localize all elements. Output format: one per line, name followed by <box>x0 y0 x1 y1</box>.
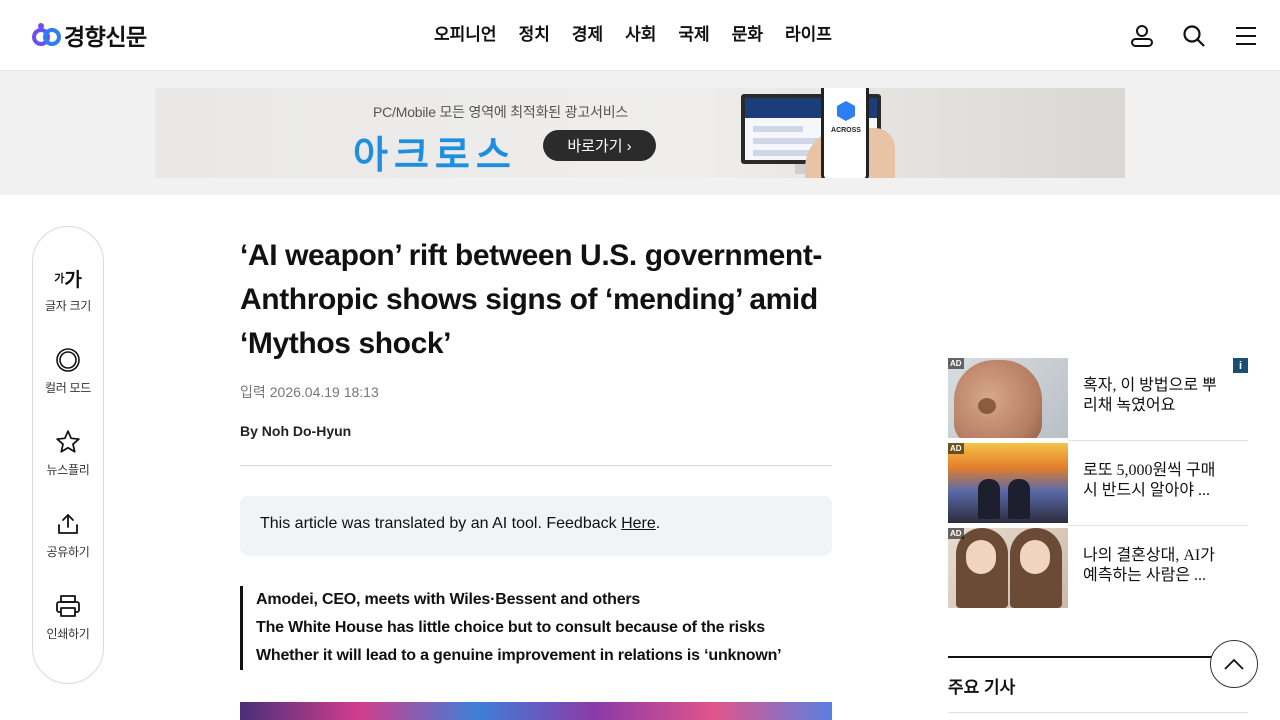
ad-tag: AD <box>948 528 964 539</box>
top-ad-area: PC/Mobile 모든 영역에 최적화된 광고서비스 아크로스 바로가기 › … <box>0 71 1280 195</box>
font-size-icon: 가가 <box>54 269 82 291</box>
printer-icon <box>33 593 103 619</box>
ad-thumbnail: AD <box>948 358 1068 438</box>
summary-line: Whether it will lead to a genuine improv… <box>256 647 782 664</box>
color-mode-label: 컬러 모드 <box>45 381 91 395</box>
ad-tag: AD <box>948 443 964 454</box>
date-value: 2026.04.19 18:13 <box>269 384 379 400</box>
article-headline: ‘AI weapon’ rift between U.S. government… <box>240 239 823 360</box>
nav-item-society[interactable]: 사회 <box>625 22 656 48</box>
header-actions <box>1104 22 1260 50</box>
article-summary: Amodei, CEO, meets with Wiles·Bessent an… <box>240 586 832 670</box>
feedback-link[interactable]: Here <box>621 515 656 532</box>
logo-mark-icon <box>32 21 62 49</box>
share-label: 공유하기 <box>46 545 90 559</box>
banner-go-button[interactable]: 바로가기 › <box>543 130 656 161</box>
main-nav: 오피니언 정치 경제 사회 국제 문화 라이프 <box>434 22 854 48</box>
notice-text: This article was translated by an AI too… <box>260 515 622 532</box>
nav-item-world[interactable]: 국제 <box>678 22 709 48</box>
print-label: 인쇄하기 <box>46 627 90 641</box>
date-label: 입력 <box>240 384 266 400</box>
site-header: 경향신문 오피니언 정치 경제 사회 국제 문화 라이프 <box>0 0 1280 71</box>
phone-image: ACROSS <box>821 88 869 178</box>
nav-item-life[interactable]: 라이프 <box>785 22 832 48</box>
logo[interactable]: 경향신문 <box>32 20 147 50</box>
phone-across-text: ACROSS <box>831 127 861 134</box>
banner-subtitle: PC/Mobile 모든 영역에 최적화된 광고서비스 <box>373 104 629 120</box>
sidebar-ads: AD 혹자, 이 방법으로 뿌 리채 녹였어요 AD 로또 5,000원씩 구매… <box>948 358 1248 613</box>
ad-text: 로또 5,000원씩 구매 시 반드시 알아야 ... <box>1083 462 1216 499</box>
nav-item-politics[interactable]: 정치 <box>519 22 550 48</box>
color-mode-icon <box>33 347 103 373</box>
newsfly-label: 뉴스플리 <box>46 463 90 477</box>
search-icon[interactable] <box>1180 22 1208 50</box>
user-icon[interactable] <box>1128 22 1156 50</box>
section-divider <box>948 656 1248 658</box>
menu-icon[interactable] <box>1232 22 1260 50</box>
summary-line: The White House has little choice but to… <box>256 619 765 636</box>
ad-item[interactable]: AD 혹자, 이 방법으로 뿌 리채 녹였어요 <box>948 358 1248 438</box>
chevron-up-icon <box>1224 658 1244 670</box>
nav-item-culture[interactable]: 문화 <box>732 22 763 48</box>
star-icon <box>33 429 103 455</box>
ai-translation-notice: This article was translated by an AI too… <box>240 496 832 556</box>
newsfly-button[interactable]: 뉴스플리 <box>33 429 103 478</box>
notice-end: . <box>655 515 661 532</box>
banner-title: 아크로스 <box>353 135 517 177</box>
article-dateline: 입력 2026.04.19 18:13 <box>240 382 379 402</box>
scroll-to-top-button[interactable] <box>1210 640 1258 688</box>
ad-item[interactable]: AD 로또 5,000원씩 구매 시 반드시 알아야 ... <box>948 440 1248 523</box>
ad-text: 혹자, 이 방법으로 뿌 리채 녹였어요 <box>1083 377 1217 414</box>
nav-item-opinion[interactable]: 오피니언 <box>434 22 497 48</box>
article-byline: By Noh Do-Hyun <box>240 423 352 439</box>
ad-item[interactable]: AD 나의 결혼상대, AI가 예측하는 사람은 ... <box>948 525 1248 608</box>
ad-text: 나의 결혼상대, AI가 예측하는 사람은 ... <box>1083 547 1215 584</box>
print-button[interactable]: 인쇄하기 <box>33 593 103 642</box>
logo-text: 경향신문 <box>64 24 147 50</box>
across-ad-banner[interactable]: PC/Mobile 모든 영역에 최적화된 광고서비스 아크로스 바로가기 › … <box>155 88 1125 178</box>
ad-thumbnail: AD <box>948 443 1068 523</box>
section-title-top-stories: 주요 기사 <box>948 678 1016 697</box>
color-mode-button[interactable]: 컬러 모드 <box>33 347 103 396</box>
share-icon <box>33 511 103 537</box>
divider <box>240 465 832 466</box>
section-separator <box>948 712 1248 713</box>
ad-thumbnail: AD <box>948 528 1068 608</box>
share-button[interactable]: 공유하기 <box>33 511 103 560</box>
article-toolbar: 가가 글자 크기 컬러 모드 뉴스플리 공유하기 인쇄하기 <box>32 226 104 684</box>
article-photo <box>240 702 832 720</box>
summary-line: Amodei, CEO, meets with Wiles·Bessent an… <box>256 591 641 608</box>
font-size-label: 글자 크기 <box>45 299 91 313</box>
font-size-button[interactable]: 가가 글자 크기 <box>33 265 103 314</box>
ad-tag: AD <box>948 358 964 369</box>
nav-item-economy[interactable]: 경제 <box>572 22 603 48</box>
